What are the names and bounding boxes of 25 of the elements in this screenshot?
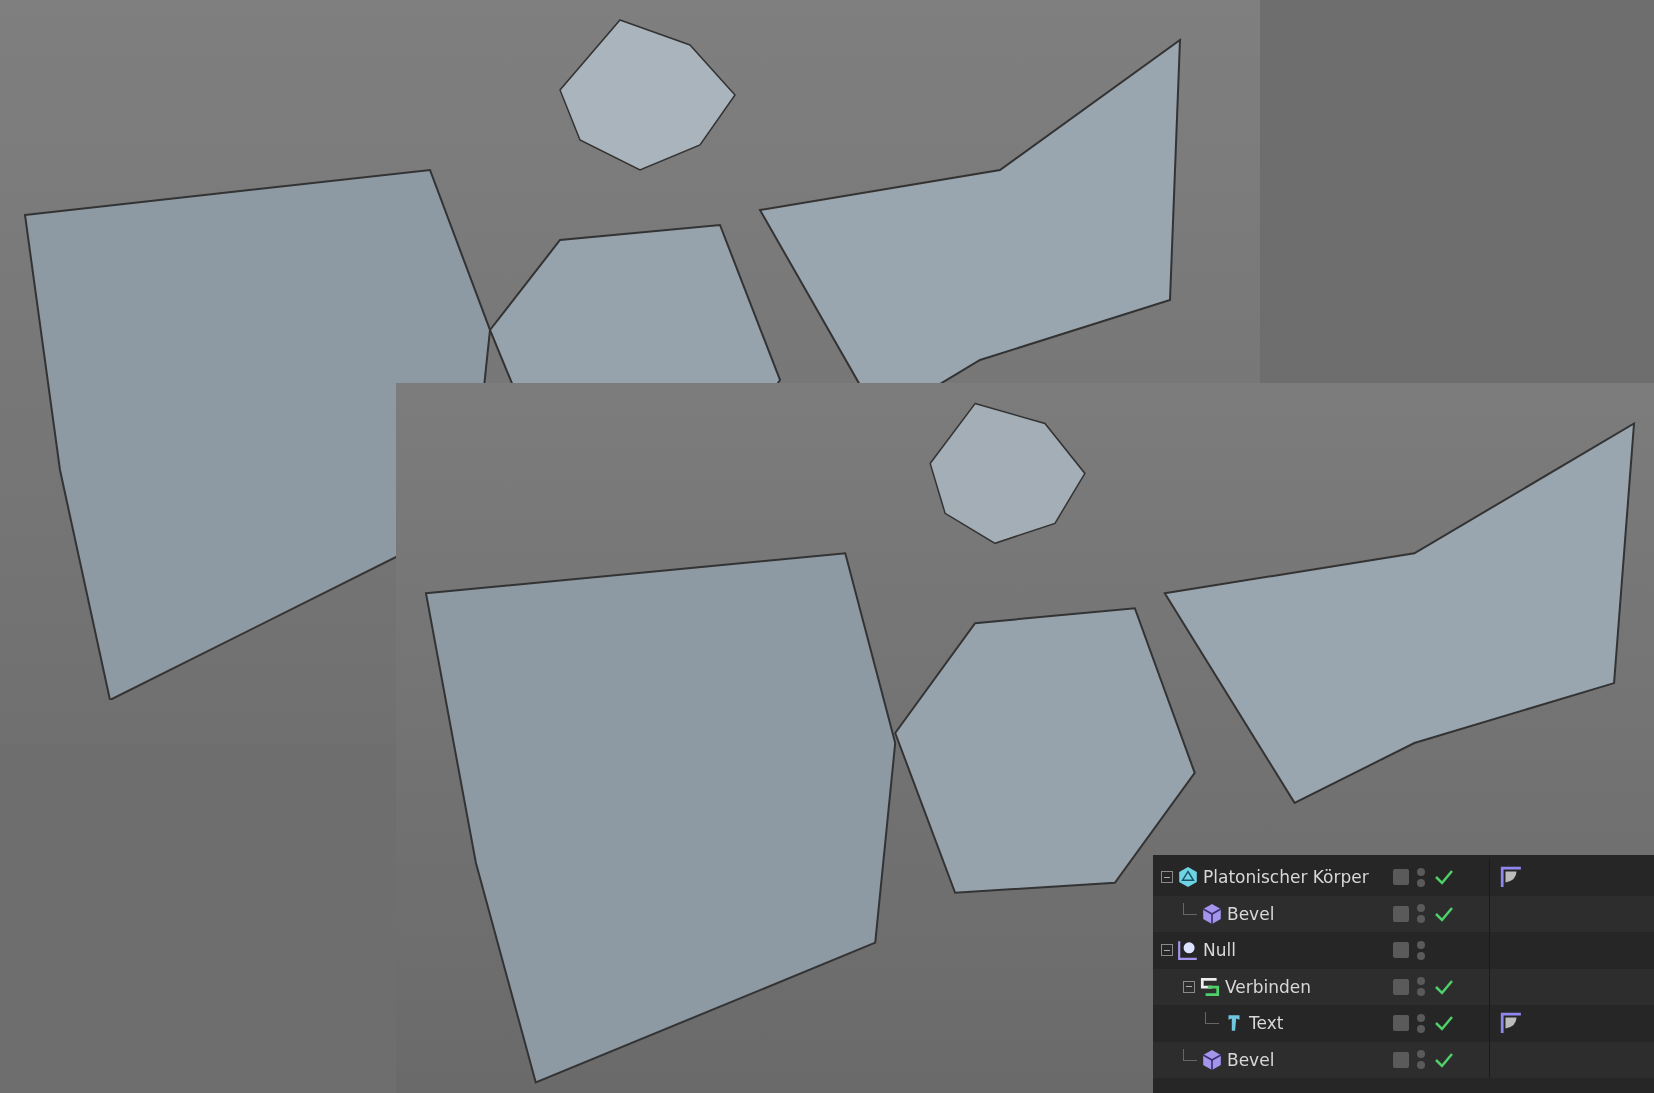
object-name[interactable]: Text <box>1249 1013 1284 1034</box>
object-name[interactable]: Verbinden <box>1225 976 1312 997</box>
object-row[interactable]: Bevel <box>1153 1041 1654 1078</box>
object-name[interactable]: Null <box>1203 940 1236 961</box>
icosahedron-icon <box>1177 866 1199 889</box>
connect-icon <box>1199 975 1221 998</box>
collapse-icon[interactable] <box>1161 944 1173 957</box>
visibility-dots-icon[interactable] <box>1417 1050 1425 1070</box>
material-tag-icon[interactable] <box>1500 866 1522 889</box>
cube-icon <box>1201 1048 1223 1071</box>
collapse-icon[interactable] <box>1183 980 1195 993</box>
material-tag-icon[interactable] <box>1500 1012 1522 1035</box>
visibility-dots-icon[interactable] <box>1417 977 1425 997</box>
cube-icon <box>1201 902 1223 925</box>
object-name[interactable]: Bevel <box>1227 1049 1275 1070</box>
collapse-icon[interactable] <box>1161 871 1173 884</box>
object-name[interactable]: Platonischer Körper <box>1203 867 1369 888</box>
object-row[interactable]: Verbinden <box>1153 968 1654 1005</box>
visibility-dots-icon[interactable] <box>1417 1013 1425 1033</box>
visibility-dots-icon[interactable] <box>1417 940 1425 960</box>
null-axis-icon <box>1177 939 1199 962</box>
visibility-dots-icon[interactable] <box>1417 867 1425 887</box>
object-row[interactable]: Bevel <box>1153 895 1654 932</box>
visibility-dots-icon[interactable] <box>1417 904 1425 924</box>
object-name[interactable]: Bevel <box>1227 903 1275 924</box>
